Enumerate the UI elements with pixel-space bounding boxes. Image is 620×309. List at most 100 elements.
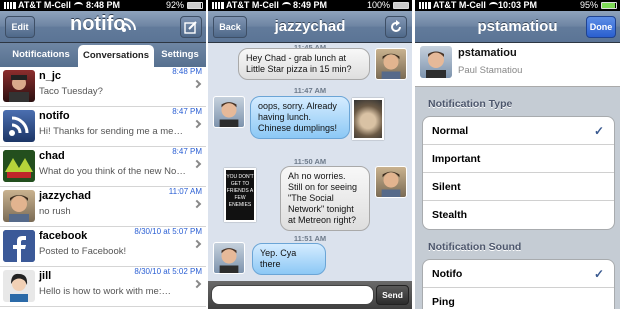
refresh-icon [391, 20, 401, 32]
battery-percent: 100% [366, 0, 390, 10]
conversation-name: jazzychad [39, 190, 91, 202]
conversation-name: jill [39, 270, 52, 282]
avatar [375, 48, 407, 80]
status-bar: AT&T M-Cell 8:49 PM 100% [208, 0, 412, 11]
avatar [3, 150, 35, 182]
message-bubble-outgoing: oops, sorry. Already having lunch. Chine… [250, 96, 350, 139]
battery-percent: 92% [165, 0, 184, 10]
avatar [3, 110, 35, 142]
avatar [213, 96, 245, 128]
conversation-date: 8/30/10 at 5:07 PM [134, 227, 202, 236]
message-timestamp: 11:47 AM [293, 86, 327, 95]
compose-button[interactable] [180, 16, 202, 38]
message-input[interactable] [211, 285, 374, 305]
chevron-right-icon [192, 199, 202, 209]
conversations-screen: AT&T M-Cell 8:48 PM 92% Edit notifo Noti… [0, 0, 206, 309]
avatar [213, 242, 245, 274]
list-item[interactable]: facebook Posted to Facebook! 8/30/10 at … [0, 227, 206, 267]
chevron-right-icon [192, 159, 202, 169]
nav-bar: Edit notifo [0, 11, 206, 43]
done-button[interactable]: Done [586, 16, 616, 38]
conversation-preview: Hi! Thanks for sending me a message… [39, 126, 187, 137]
list-item[interactable]: jill Hello is how to work with me:… 8/30… [0, 267, 206, 307]
avatar [3, 70, 35, 102]
message-timestamp: 11:50 AM [293, 157, 327, 166]
conversation-preview: no rush [39, 206, 71, 217]
section-header-notification-type: Notification Type [428, 98, 513, 110]
chevron-right-icon [192, 79, 202, 89]
photo-thumbnail[interactable] [352, 98, 384, 140]
option-silent[interactable]: Silent [423, 173, 614, 201]
chevron-right-icon [192, 279, 202, 289]
composer-bar: Send [208, 281, 412, 309]
book-cover-text: YOU DON'T GET TO FRIENDS A FEW ENEMIES [226, 174, 254, 208]
avatar [3, 230, 35, 262]
avatar [420, 46, 452, 78]
conversation-date: 11:07 AM [168, 187, 202, 196]
message-bubble-incoming: Ah no worries. Still on for seeing "The … [280, 166, 370, 231]
conversation-date: 8:47 PM [172, 147, 202, 156]
status-bar: AT&T M-Cell 10:03 PM 95% [415, 0, 620, 11]
conversation-name: facebook [39, 230, 88, 242]
user-settings-screen: AT&T M-Cell 10:03 PM 95% pstamatiou Done… [415, 0, 620, 309]
message-bubble-outgoing: Yep. Cya there [252, 243, 326, 275]
nav-bar: Back jazzychad [208, 11, 412, 43]
conversation-name: chad [39, 150, 65, 162]
battery-icon [393, 2, 409, 9]
notifo-logo: notifo [70, 13, 126, 35]
tab-conversations[interactable]: Conversations [78, 45, 154, 67]
option-stealth[interactable]: Stealth [423, 201, 614, 229]
message-bubble-incoming: Hey Chad - grab lunch at Little Star piz… [238, 48, 370, 80]
battery-icon [187, 2, 203, 9]
conversation-preview: Posted to Facebook! [39, 246, 127, 257]
avatar [3, 190, 35, 222]
option-notifo[interactable]: Notifo ✓ [423, 260, 614, 288]
conversation-preview: Taco Tuesday? [39, 86, 103, 97]
option-label: Ping [432, 296, 455, 308]
option-normal[interactable]: Normal ✓ [423, 117, 614, 145]
option-ping[interactable]: Ping [423, 288, 614, 309]
book-cover-thumbnail[interactable]: YOU DON'T GET TO FRIENDS A FEW ENEMIES [224, 168, 256, 222]
profile-header: pstamatiou Paul Stamatiou [415, 43, 620, 87]
nav-bar: pstamatiou Done [415, 11, 620, 43]
section-header-notification-sound: Notification Sound [428, 241, 522, 253]
conversation-date: 8:47 PM [172, 107, 202, 116]
chat-screen: AT&T M-Cell 8:49 PM 100% Back jazzychad … [208, 0, 412, 309]
username: pstamatiou [458, 47, 517, 59]
option-label: Notifo [432, 268, 463, 280]
battery-icon [601, 2, 617, 9]
list-item[interactable]: notifo Hi! Thanks for sending me a messa… [0, 107, 206, 147]
page-title: jazzychad [274, 18, 346, 35]
option-label: Important [432, 153, 481, 165]
tab-bar: Notifications Conversations Settings [0, 43, 206, 67]
option-label: Normal [432, 125, 469, 137]
conversation-preview: What do you think of the new Notif… [39, 166, 187, 177]
refresh-button[interactable] [385, 16, 407, 38]
notification-sound-group: Notifo ✓ Ping [422, 259, 615, 309]
option-important[interactable]: Important [423, 145, 614, 173]
tab-settings[interactable]: Settings [156, 43, 204, 67]
notification-type-group: Normal ✓ Important Silent Stealth [422, 116, 615, 230]
avatar [3, 270, 35, 302]
send-button[interactable]: Send [376, 285, 409, 305]
conversation-date: 8:48 PM [172, 67, 202, 76]
edit-button[interactable]: Edit [5, 16, 35, 38]
conversation-name: n_jc [39, 70, 62, 82]
list-item[interactable]: chad What do you think of the new Notif…… [0, 147, 206, 187]
list-item[interactable]: n_jc Taco Tuesday? 8:48 PM [0, 67, 206, 107]
compose-icon [184, 21, 197, 34]
list-item[interactable]: jazzychad no rush 11:07 AM [0, 187, 206, 227]
full-name: Paul Stamatiou [458, 65, 523, 76]
chevron-right-icon [192, 119, 202, 129]
checkmark-icon: ✓ [593, 124, 604, 138]
status-bar: AT&T M-Cell 8:48 PM 92% [0, 0, 206, 11]
option-label: Stealth [432, 209, 468, 221]
broadcast-icon [122, 18, 136, 32]
avatar [375, 166, 407, 198]
option-label: Silent [432, 181, 461, 193]
conversation-date: 8/30/10 at 5:02 PM [134, 267, 202, 276]
chevron-right-icon [192, 239, 202, 249]
tab-notifications[interactable]: Notifications [2, 43, 80, 67]
conversation-name: notifo [39, 110, 70, 122]
battery-percent: 95% [579, 0, 598, 10]
